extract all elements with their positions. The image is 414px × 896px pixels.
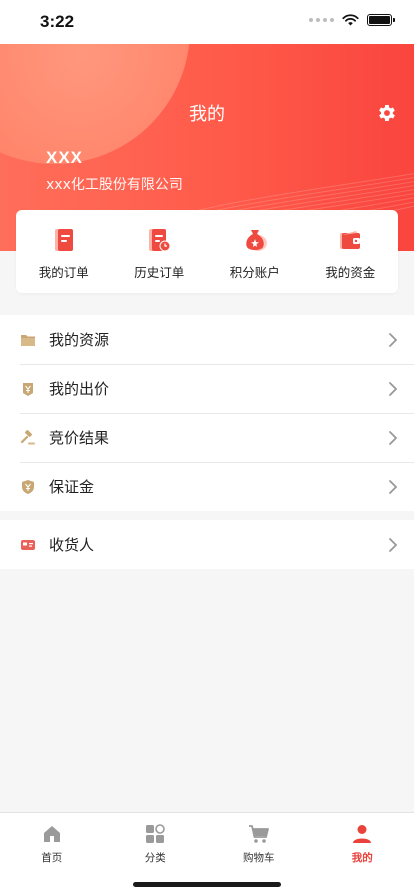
tab-mine[interactable]: 我的 — [311, 813, 414, 869]
auction-hammer-icon — [20, 429, 35, 444]
quick-action-label: 我的资金 — [325, 265, 376, 280]
menu-item-label: 竞价结果 — [49, 429, 110, 447]
menu-item-my-bids[interactable]: 我的出价 — [0, 364, 414, 413]
quick-action-history-orders[interactable]: 历史订单 — [112, 210, 208, 293]
wifi-icon — [342, 14, 359, 26]
quick-action-my-orders[interactable]: 我的订单 — [16, 210, 112, 293]
tab-home[interactable]: 首页 — [0, 813, 104, 869]
points-money-bag-icon — [246, 230, 267, 251]
bid-price-icon — [23, 382, 33, 396]
tab-category[interactable]: 分类 — [104, 813, 208, 869]
cart-icon — [248, 825, 269, 843]
tab-label: 首页 — [41, 852, 63, 864]
bottom-tab-bar: 首页 分类 购物车 我的 — [0, 812, 414, 896]
chevron-right-icon — [389, 538, 398, 552]
menu-item-label: 收货人 — [49, 536, 95, 554]
chevron-right-icon — [389, 382, 398, 396]
category-icon — [146, 824, 166, 843]
menu-item-auction-results[interactable]: 竞价结果 — [0, 413, 414, 462]
quick-actions-card: 我的订单 历史订单 积分账户 我的资金 — [16, 210, 398, 293]
home-icon — [43, 826, 60, 842]
menu-item-label: 我的出价 — [49, 380, 110, 398]
menu-item-deposit[interactable]: 保证金 — [0, 462, 414, 511]
profile-icon — [353, 825, 372, 843]
menu-item-label: 保证金 — [49, 478, 95, 496]
chevron-right-icon — [389, 431, 398, 445]
wallet-icon — [340, 231, 361, 249]
quick-action-label: 积分账户 — [229, 265, 280, 280]
tab-label: 我的 — [351, 852, 373, 864]
menu-group-consignee: 收货人 — [0, 520, 414, 569]
quick-action-label: 我的订单 — [38, 265, 89, 280]
quick-action-points-account[interactable]: 积分账户 — [207, 210, 303, 293]
consignee-card-icon — [21, 539, 35, 550]
history-order-icon — [149, 229, 171, 252]
tab-label: 购物车 — [243, 852, 275, 864]
user-company: xxx化工股份有限公司 — [46, 177, 183, 193]
status-bar: 3:22 — [0, 0, 414, 44]
chevron-right-icon — [389, 333, 398, 347]
deposit-shield-icon — [22, 479, 34, 494]
settings-gear-icon[interactable] — [376, 102, 398, 124]
home-indicator — [133, 882, 281, 887]
tab-label: 分类 — [144, 852, 166, 864]
quick-action-my-funds[interactable]: 我的资金 — [303, 210, 399, 293]
user-name: XXX — [46, 148, 84, 167]
folder-icon — [21, 334, 35, 346]
page-title: 我的 — [189, 104, 225, 125]
battery-icon — [367, 14, 395, 26]
status-indicators — [309, 14, 395, 26]
signal-icon — [309, 18, 334, 22]
chevron-right-icon — [389, 480, 398, 494]
menu-item-label: 我的资源 — [49, 331, 110, 349]
menu-item-my-resources[interactable]: 我的资源 — [0, 315, 414, 364]
menu-item-consignee[interactable]: 收货人 — [0, 520, 414, 569]
quick-action-label: 历史订单 — [134, 265, 185, 280]
menu-group-main: 我的资源 我的出价 竞价结果 保证金 — [0, 315, 414, 511]
status-time: 3:22 — [40, 12, 75, 31]
order-document-icon — [54, 229, 73, 251]
tab-cart[interactable]: 购物车 — [207, 813, 311, 869]
